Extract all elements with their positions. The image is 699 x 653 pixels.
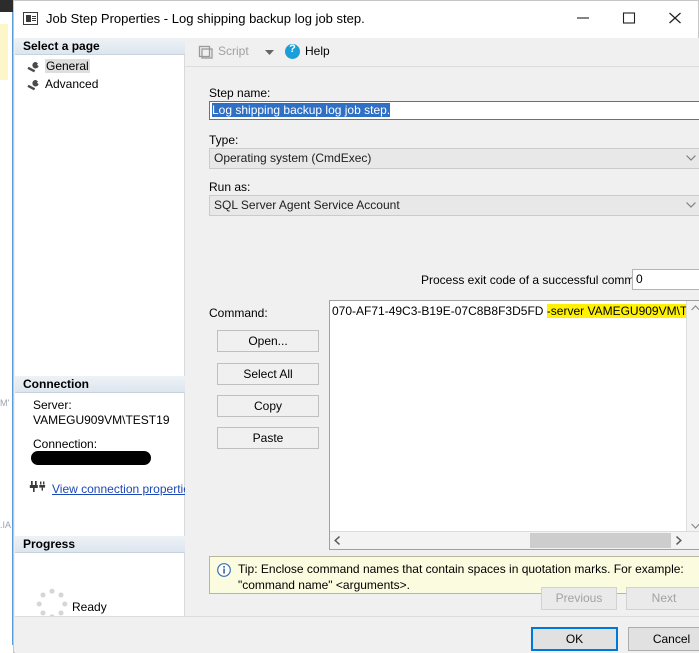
sidebar-item-general-label: General [45, 59, 90, 73]
command-text-plain: 070-AF71-49C3-B19E-07C8B8F3D5FD [332, 304, 547, 318]
type-value: Operating system (CmdExec) [214, 151, 372, 165]
scroll-left-icon[interactable] [334, 536, 341, 545]
command-textarea[interactable]: 070-AF71-49C3-B19E-07C8B8F3D5FD -server … [329, 300, 699, 550]
type-label: Type: [209, 133, 239, 147]
ok-button[interactable]: OK [531, 627, 618, 651]
desktop-background: M' .IA [0, 0, 14, 653]
open-button[interactable]: Open... [217, 330, 319, 352]
sidebar-item-advanced-label: Advanced [45, 77, 99, 91]
previous-button[interactable]: Previous [541, 587, 617, 610]
scrollbar-corner [687, 532, 699, 549]
wrench-icon [27, 62, 39, 73]
run-as-dropdown[interactable]: SQL Server Agent Service Account [209, 195, 699, 216]
dialog-toolbar: Script ? Help [185, 38, 699, 67]
run-as-value: SQL Server Agent Service Account [214, 198, 400, 212]
main-content-panel: Script ? Help Step name: Log shipping ba… [185, 38, 699, 616]
select-a-page-header: Select a page [15, 38, 185, 55]
info-icon [217, 563, 231, 577]
connection-header: Connection [15, 376, 185, 393]
server-value: VAMEGU909VM\TEST19 [33, 413, 170, 427]
connection-plug-icon [29, 481, 46, 492]
scroll-right-icon[interactable] [675, 536, 682, 545]
scroll-up-icon[interactable] [691, 305, 699, 311]
exit-code-input[interactable]: 0 [632, 269, 699, 290]
window-title: Job Step Properties - Log shipping backu… [46, 11, 365, 26]
chevron-down-icon [686, 155, 696, 161]
scroll-down-icon[interactable] [691, 523, 699, 529]
script-icon [198, 45, 213, 59]
help-question-icon[interactable]: ? [285, 43, 300, 59]
window-properties-icon [23, 12, 38, 25]
step-name-input[interactable]: Log shipping backup log job step. [209, 101, 699, 120]
server-label: Server: [33, 398, 72, 412]
background-text-fragment: .IA [0, 520, 12, 530]
script-button[interactable]: Script [218, 44, 249, 58]
horizontal-scroll-thumb[interactable] [530, 533, 671, 548]
background-dark-block [0, 0, 14, 12]
step-name-label: Step name: [209, 86, 271, 100]
tip-line-1: Tip: Enclose command names that contain … [238, 562, 684, 576]
cancel-button[interactable]: Cancel [628, 627, 699, 651]
tip-line-2: "command name" <arguments>. [238, 578, 410, 592]
screen-root: M' .IA Job Step Properties - Log shippin… [0, 0, 699, 653]
copy-button[interactable]: Copy [217, 395, 319, 417]
job-step-properties-dialog: Job Step Properties - Log shipping backu… [13, 0, 699, 653]
type-dropdown[interactable]: Operating system (CmdExec) [209, 148, 699, 169]
background-text-fragment: M' [0, 398, 10, 408]
command-label: Command: [209, 306, 268, 320]
progress-header: Progress [15, 536, 185, 553]
command-horizontal-scrollbar[interactable] [330, 531, 699, 549]
title-bar: Job Step Properties - Log shipping backu… [14, 1, 698, 39]
view-connection-properties-link[interactable]: View connection properties [52, 482, 196, 496]
maximize-button[interactable] [606, 1, 652, 31]
wrench-icon [27, 80, 39, 91]
step-name-value: Log shipping backup log job step. [212, 103, 391, 117]
background-yellow-block [0, 24, 8, 80]
help-button[interactable]: Help [305, 44, 330, 58]
progress-status-text: Ready [72, 600, 107, 614]
chevron-down-icon [686, 202, 696, 208]
run-as-label: Run as: [209, 180, 251, 194]
command-text-line: 070-AF71-49C3-B19E-07C8B8F3D5FD -server … [332, 304, 699, 318]
chevron-down-icon[interactable] [265, 50, 274, 56]
minimize-button[interactable] [560, 1, 606, 31]
select-all-button[interactable]: Select All [217, 363, 319, 385]
command-vertical-scrollbar[interactable] [686, 301, 699, 533]
exit-code-label: Process exit code of a successful comman… [421, 273, 658, 287]
next-button[interactable]: Next [626, 587, 699, 610]
connection-label: Connection: [33, 437, 98, 451]
paste-button[interactable]: Paste [217, 427, 319, 449]
dialog-footer: OK Cancel [15, 616, 699, 653]
command-text-highlighted: -server VAMEGU909VM\TEST19 [546, 304, 699, 318]
close-button[interactable] [652, 1, 698, 31]
left-navigation-panel: Select a page General Advanced Connectio… [15, 38, 196, 620]
connection-value-redacted [31, 451, 151, 465]
